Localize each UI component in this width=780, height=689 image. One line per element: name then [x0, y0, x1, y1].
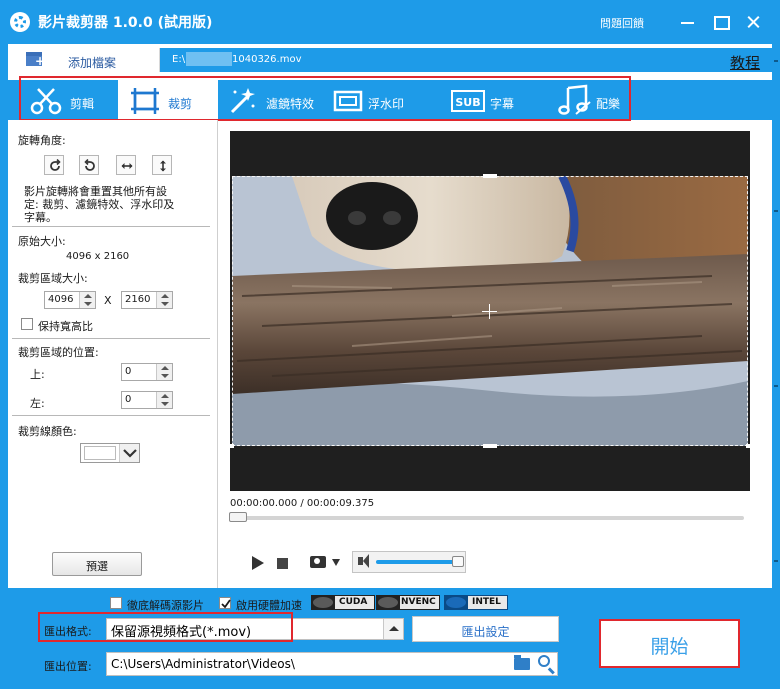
add-file-icon — [26, 52, 45, 68]
feedback-link[interactable]: 問題回饋 — [600, 15, 644, 31]
left-offset-stepper[interactable]: 0 — [121, 391, 173, 409]
crop-width-stepper[interactable]: 4096 — [44, 291, 96, 309]
export-settings-label: 匯出設定 — [461, 625, 510, 639]
intel-badge: INTEL — [444, 595, 508, 610]
flip-horizontal-button[interactable] — [116, 155, 136, 175]
export-settings-button[interactable]: 匯出設定 — [412, 616, 559, 642]
full-decode-label: 徹底解碼源影片 — [127, 599, 204, 612]
edge-mark — [774, 560, 778, 562]
crop-height-stepper[interactable]: 2160 — [121, 291, 173, 309]
preset-button[interactable]: 預選 — [52, 552, 142, 576]
folder-icon[interactable] — [514, 655, 530, 670]
top-offset-stepper[interactable]: 0 — [121, 363, 173, 381]
nvenc-label: NVENC — [401, 597, 436, 607]
rotate-counterclockwise-icon — [84, 159, 95, 171]
crop-area-label: 裁剪區域大小: — [18, 272, 88, 285]
export-path-value: C:\Users\Administrator\Videos\ — [111, 657, 295, 671]
time-readout: 00:00:00.000 / 00:00:09.375 — [230, 498, 375, 509]
line-color-label: 裁剪線顏色: — [18, 425, 77, 438]
speaker-icon[interactable] — [358, 554, 369, 568]
line-color-picker[interactable] — [80, 443, 140, 463]
crop-width-value: 4096 — [48, 294, 74, 305]
crop-handle-top[interactable] — [483, 174, 497, 178]
crop-handle-bottom[interactable] — [483, 444, 497, 448]
start-label: 開始 — [650, 636, 689, 658]
nvidia-logo-icon — [378, 597, 398, 608]
section-divider — [12, 226, 210, 227]
file-path-prefix: E:\ — [172, 54, 186, 65]
edge-mark — [774, 210, 778, 212]
rotation-note: 字幕。 — [24, 211, 57, 224]
rotation-label: 旋轉角度: — [18, 134, 66, 147]
volume-handle[interactable] — [452, 556, 464, 567]
nvidia-logo-icon — [313, 597, 333, 608]
cuda-label: CUDA — [339, 597, 368, 607]
left-offset-value: 0 — [125, 394, 132, 405]
cuda-badge: CUDA — [311, 595, 375, 610]
crop-handle-corner[interactable] — [746, 444, 750, 448]
checkmark-icon — [221, 599, 231, 609]
left-offset-label: 左: — [30, 397, 45, 410]
close-button[interactable] — [742, 10, 766, 34]
preset-label: 預選 — [86, 560, 108, 573]
section-divider — [12, 415, 210, 416]
export-path-field[interactable]: C:\Users\Administrator\Videos\ — [106, 652, 558, 676]
tutorial-link[interactable]: 教程 — [730, 52, 760, 73]
intel-label: INTEL — [472, 597, 501, 607]
edge-mark — [774, 385, 778, 387]
chevron-down-icon[interactable] — [332, 559, 340, 566]
chevron-up-icon[interactable] — [383, 619, 403, 639]
stepper-arrows-icon[interactable] — [156, 392, 172, 408]
rotate-clockwise-icon — [50, 159, 61, 171]
seek-handle[interactable] — [229, 512, 247, 522]
title-bar: 影片裁剪器 1.0.0 (試用版) 問題回饋 — [0, 0, 780, 44]
edge-mark — [774, 60, 778, 62]
section-divider — [12, 338, 210, 339]
stepper-arrows-icon[interactable] — [156, 364, 172, 380]
keep-ratio-checkbox[interactable] — [21, 318, 33, 330]
format-highlight-box — [38, 612, 293, 642]
stepper-arrows-icon[interactable] — [79, 292, 95, 308]
hw-accel-checkbox[interactable] — [219, 597, 231, 609]
add-file-label: 添加檔案 — [68, 56, 117, 70]
crosshair-icon — [489, 304, 490, 319]
crop-height-value: 2160 — [125, 294, 151, 305]
window-title: 影片裁剪器 1.0.0 (試用版) — [38, 15, 213, 31]
crop-x-separator: X — [104, 294, 112, 307]
stepper-arrows-icon[interactable] — [156, 292, 172, 308]
top-offset-value: 0 — [125, 366, 132, 377]
toolbar-highlight-box — [19, 76, 631, 121]
play-icon[interactable] — [252, 556, 264, 570]
maximize-button[interactable] — [709, 10, 733, 34]
keep-ratio-label: 保持寬高比 — [38, 320, 93, 333]
intel-logo-icon — [446, 597, 466, 608]
file-name[interactable]: 1040326.mov — [232, 54, 302, 65]
top-offset-label: 上: — [30, 368, 45, 381]
flip-vertical-button[interactable] — [152, 155, 172, 175]
flip-horizontal-icon — [121, 163, 133, 169]
hw-accel-label: 啟用硬體加速 — [236, 599, 302, 612]
original-size-value: 4096 x 2160 — [66, 251, 130, 262]
path-label: 匯出位置: — [44, 660, 92, 673]
rotate-counterclockwise-button[interactable] — [79, 155, 99, 175]
flip-vertical-icon — [160, 160, 166, 172]
minimize-button[interactable] — [676, 10, 700, 34]
original-size-label: 原始大小: — [18, 235, 66, 248]
volume-slider[interactable] — [376, 560, 458, 564]
search-icon[interactable] — [538, 655, 550, 667]
nvenc-badge: NVENC — [376, 595, 440, 610]
color-swatch — [84, 446, 116, 460]
seek-bar[interactable] — [232, 516, 744, 520]
start-button[interactable]: 開始 — [599, 619, 740, 668]
crop-position-label: 裁剪區域的位置: — [18, 346, 99, 359]
app-logo-icon — [10, 12, 30, 32]
camera-icon[interactable] — [310, 556, 326, 568]
stop-icon[interactable] — [277, 558, 288, 569]
rotate-clockwise-button[interactable] — [44, 155, 64, 175]
crop-handle-corner[interactable] — [230, 444, 234, 448]
add-file-button[interactable]: 添加檔案 — [8, 48, 160, 72]
full-decode-checkbox[interactable] — [110, 597, 122, 609]
redacted-filename — [186, 52, 232, 66]
chevron-down-icon[interactable] — [119, 444, 139, 462]
